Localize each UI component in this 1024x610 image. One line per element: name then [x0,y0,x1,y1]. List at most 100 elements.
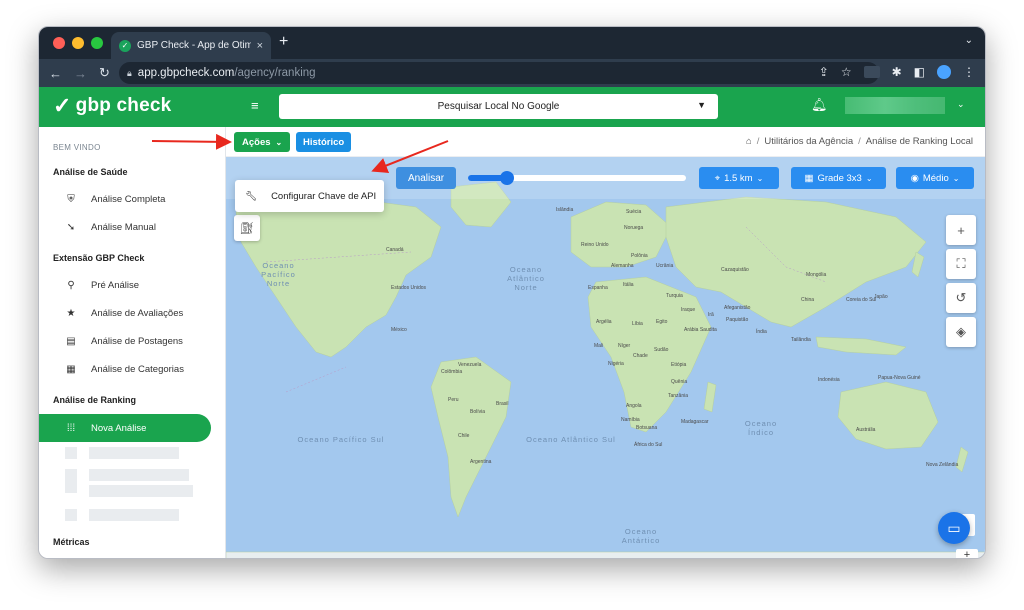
grid-select[interactable]: ▦ Grade 3x3 ⌄ [791,167,886,189]
sidebar: BEM VINDO Análise de Saúde ⛨ Análise Com… [39,127,226,558]
address-bar[interactable]: 🔒︎ app.gbpcheck.com/agency/ranking [119,62,879,84]
street-view-icon[interactable]: ⛽︎ [234,215,260,241]
blurred-icon [65,447,77,459]
action-bar: Ações ⌄ Histórico ⌂ / Utilitários da Agê… [226,127,985,157]
breadcrumb-item-ranking: Análise de Ranking Local [865,136,973,147]
zoom-in-button[interactable]: + [946,215,976,245]
acoes-dropdown-item-configurar-api[interactable]: 🔧︎ Configurar Chave de API [235,180,384,212]
sidebar-item-label: Análise de Categorias [91,363,184,375]
blurred-icon [65,469,77,493]
maximize-window-button[interactable] [91,37,103,49]
place-label: Madagascar [681,419,709,425]
fullscreen-icon[interactable]: ⛶ [946,249,976,279]
acoes-button[interactable]: Ações ⌄ [234,132,291,152]
chevron-down-icon: ⌄ [275,137,283,147]
browser-tab[interactable]: ✓ GBP Check - App de Otimizaç × [111,32,271,59]
user-menu-blurred[interactable] [845,97,945,114]
place-label: Austrália [856,427,876,433]
app-header: ✓ gbp check ≡ Pesquisar Local No Google … [39,87,985,127]
chevron-down-icon: ⌄ [756,173,764,183]
reset-rotation-icon[interactable]: ↺ [946,283,976,313]
historico-button[interactable]: Histórico [296,132,352,152]
forward-icon[interactable]: → [74,66,87,81]
post-icon: ▤ [66,335,76,347]
layers-icon[interactable]: ◈ [946,317,976,347]
section-analise-saude: Análise de Saúde [53,167,128,177]
land-australia [837,381,939,450]
back-icon[interactable]: ← [49,66,62,81]
blurred-icon [65,509,77,521]
slider-thumb[interactable] [500,171,515,185]
blurred-item[interactable] [89,485,193,497]
place-label: Polônia [631,253,648,259]
sidebar-item-label: Nova Análise [91,422,147,434]
sidebar-item-categorias[interactable]: ▦ Análise de Categorias [39,355,225,383]
place-label: Sudão [654,347,669,353]
blurred-item[interactable] [89,469,189,481]
search-icon: ⚲ [67,279,75,291]
map-widget-plus[interactable]: + [956,549,978,558]
sidebar-item-postagens[interactable]: ▤ Análise de Postagens [39,327,225,355]
place-label: Brasil [496,401,509,407]
breadcrumb-separator: / [858,136,861,147]
place-label: Ucrânia [656,263,674,269]
new-tab-button[interactable]: + [279,33,288,51]
sidebar-item-analise-manual[interactable]: ➘ Análise Manual [39,213,225,241]
bookmark-star-icon[interactable]: ☆ [841,65,852,79]
eye-icon: ◉ [910,172,919,184]
minimize-window-button[interactable] [72,37,84,49]
blurred-item[interactable] [89,447,179,459]
place-label: Espanha [588,285,608,291]
close-window-button[interactable] [53,37,65,49]
chevron-down-icon[interactable]: ⌄ [965,35,973,46]
bell-icon[interactable]: 🔔︎ [811,97,828,113]
sidebar-item-avaliacoes[interactable]: ★ Análise de Avaliações [39,299,225,327]
share-icon[interactable]: ⇪ [819,65,829,79]
chevron-down-icon: ⌄ [952,173,960,183]
radius-value: 1.5 km [724,172,753,184]
menu-dots-icon[interactable]: ⋮ [963,65,975,79]
ocean-label: Oceano Índico [744,419,778,437]
profile-icon[interactable] [937,65,951,79]
world-map[interactable]: Analisar ⌖ 1.5 km ⌄ ▦ Grade 3x3 ⌄ ◉ Médi… [226,157,985,558]
puzzle-icon[interactable]: ✱ [892,65,902,79]
sidebar-item-analise-completa[interactable]: ⛨ Análise Completa [39,185,225,213]
place-label: Namíbia [621,417,640,423]
blurred-item[interactable] [89,509,179,521]
search-place-value: Pesquisar Local No Google [437,101,560,112]
place-label: Suécia [626,209,642,215]
place-label: China [801,297,815,303]
analisar-button[interactable]: Analisar [396,167,457,189]
place-label: Reino Unido [581,242,609,248]
grid-icon: ▦ [66,363,76,375]
logo-text: gbp check [75,95,172,116]
ocean-label: Oceano Pacífico Sul [297,435,385,444]
place-label: Papua-Nova Guiné [878,375,921,381]
hamburger-icon[interactable]: ≡ [251,98,259,113]
zoom-select[interactable]: ◉ Médio ⌄ [896,167,974,189]
extension-icon[interactable] [863,66,880,78]
search-place-select[interactable]: Pesquisar Local No Google ▼ [279,94,718,119]
sidebar-item-label: Análise Completa [91,193,166,205]
sidepanel-icon[interactable]: ◧ [914,65,925,79]
home-icon[interactable]: ⌂ [746,136,752,147]
tab-close-icon[interactable]: × [257,40,263,52]
chevron-down-icon[interactable]: ⌄ [957,99,965,110]
reload-icon[interactable]: ↻ [99,65,110,81]
breadcrumb-item-utilitarios[interactable]: Utilitários da Agência [764,136,853,147]
browser-toolbar: ← → ↻ 🔒︎ app.gbpcheck.com/agency/ranking… [39,59,985,87]
sidebar-item-nova-analise[interactable]: ⁞⁞⁞ Nova Análise [39,414,211,442]
place-label: Peru [448,397,459,403]
ocean-label: Oceano Atlântico Norte [507,265,545,292]
radius-select[interactable]: ⌖ 1.5 km ⌄ [699,167,779,189]
ocean-label: Oceano Pacífico Norte [261,261,296,288]
chat-icon[interactable]: ▭ [938,512,970,544]
place-label: Coreia do Sul [846,297,877,303]
radius-slider[interactable] [468,171,686,185]
sidebar-item-label: Análise de Postagens [91,335,183,347]
shield-icon: ⛨ [67,193,75,205]
sidebar-item-pre-analise[interactable]: ⚲ Pré Análise [39,271,225,299]
gbp-check-logo[interactable]: ✓ gbp check [53,93,171,119]
place-label: Chile [458,433,470,439]
place-label: Nova Zelândia [926,462,959,468]
